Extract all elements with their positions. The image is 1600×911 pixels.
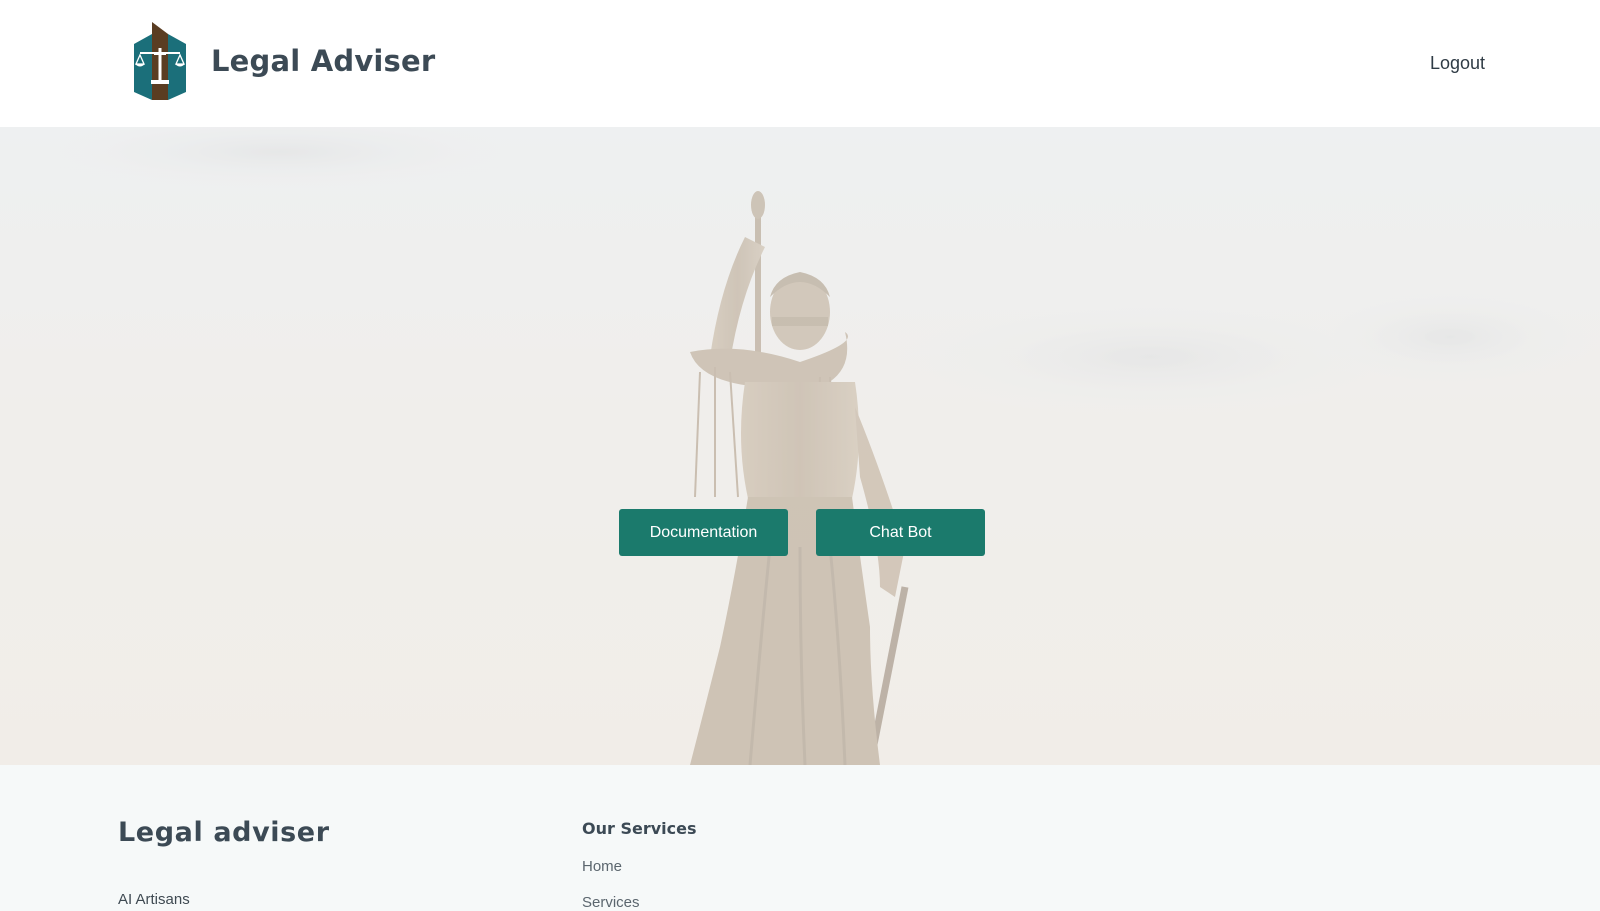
- lady-justice-statue-image: [0, 127, 1600, 765]
- footer-link-services[interactable]: Services: [582, 894, 640, 911]
- scales-of-justice-logo-icon: [134, 22, 186, 100]
- chat-bot-button[interactable]: Chat Bot: [816, 509, 985, 556]
- top-navbar: Legal Adviser Logout: [0, 0, 1600, 127]
- hero-section: Documentation Chat Bot: [0, 127, 1600, 765]
- footer-link-home[interactable]: Home: [582, 858, 640, 894]
- footer: Legal adviser AI Artisans Our Services H…: [0, 765, 1600, 911]
- brand-title[interactable]: Legal Adviser: [211, 44, 435, 78]
- hero-button-group: Documentation Chat Bot: [619, 509, 985, 556]
- services-list: Home Services: [582, 858, 640, 911]
- services-heading: Our Services: [582, 819, 697, 838]
- footer-subtitle: AI Artisans: [118, 891, 190, 908]
- documentation-button[interactable]: Documentation: [619, 509, 788, 556]
- logout-link[interactable]: Logout: [1430, 53, 1485, 74]
- footer-title: Legal adviser: [118, 817, 330, 848]
